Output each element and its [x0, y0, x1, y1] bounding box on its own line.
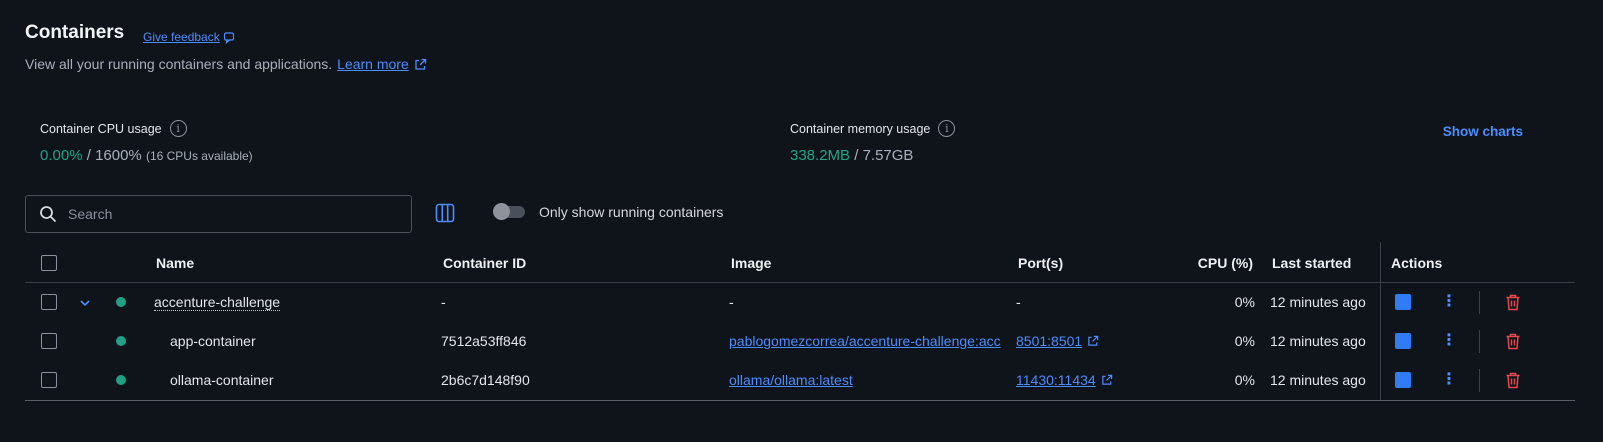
show-charts-button[interactable]: Show charts — [1443, 124, 1523, 139]
container-last-started: 12 minutes ago — [1270, 294, 1366, 310]
cpu-usage-panel: Container CPU usage i 0.00% / 1600% (16 … — [40, 120, 253, 164]
memory-total-value: 7.57GB — [862, 147, 914, 164]
search-input[interactable] — [68, 206, 368, 222]
external-link-icon — [415, 58, 426, 70]
search-icon — [40, 206, 56, 222]
container-cpu: 0% — [1234, 372, 1255, 388]
cpu-usage-label-row: Container CPU usage i — [40, 120, 253, 137]
memory-usage-label: Container memory usage — [790, 121, 931, 136]
external-link-icon[interactable] — [1087, 335, 1099, 347]
stop-button[interactable] — [1395, 333, 1411, 349]
running-only-label: Only show running containers — [539, 204, 724, 220]
learn-more-link[interactable]: Learn more — [337, 56, 409, 72]
external-link-icon[interactable] — [1101, 374, 1113, 386]
more-options-icon[interactable]: ⋮ — [1441, 294, 1451, 310]
column-header-cpu[interactable]: CPU (%) — [1175, 244, 1253, 282]
container-cpu: 0% — [1234, 294, 1255, 310]
container-image: - — [729, 294, 734, 310]
toggle-knob — [493, 203, 510, 220]
container-id: 2b6c7d148f90 — [441, 372, 530, 388]
memory-used-value: 338.2MB — [790, 147, 851, 164]
row-checkbox[interactable] — [41, 372, 57, 388]
action-divider — [1479, 330, 1480, 353]
chevron-down-icon[interactable] — [79, 295, 91, 310]
action-divider — [1479, 291, 1480, 314]
columns-icon[interactable] — [435, 203, 455, 223]
cpu-separator: / — [82, 147, 96, 164]
memory-usage-value: 338.2MB / 7.57GB — [790, 147, 955, 164]
feedback-icon — [223, 31, 234, 44]
table-bottom-border — [25, 400, 1575, 401]
cpu-used-value: 0.00% — [40, 147, 83, 164]
table-row[interactable]: accenture-challenge - - - 0% 12 minutes … — [25, 283, 1575, 322]
running-status-dot — [116, 297, 126, 307]
container-name[interactable]: ollama-container — [170, 361, 274, 399]
give-feedback-link[interactable]: Give feedback — [143, 30, 236, 44]
column-header-ports[interactable]: Port(s) — [1018, 244, 1063, 282]
container-id: 7512a53ff846 — [441, 333, 527, 349]
search-box[interactable] — [25, 195, 412, 233]
memory-usage-panel: Container memory usage i 338.2MB / 7.57G… — [790, 120, 956, 164]
trash-icon[interactable] — [1505, 372, 1521, 389]
more-options-icon[interactable]: ⋮ — [1441, 372, 1451, 388]
running-only-toggle[interactable] — [493, 203, 525, 220]
container-cpu: 0% — [1234, 333, 1255, 349]
action-divider — [1479, 369, 1480, 392]
cpu-usage-value: 0.00% / 1600% (16 CPUs available) — [40, 147, 253, 164]
container-name[interactable]: app-container — [170, 322, 256, 360]
trash-icon[interactable] — [1505, 294, 1521, 311]
give-feedback-label[interactable]: Give feedback — [143, 30, 220, 44]
cpu-available-note: (16 CPUs available) — [145, 149, 253, 163]
row-checkbox[interactable] — [41, 333, 57, 349]
stop-button[interactable] — [1395, 294, 1411, 310]
info-icon[interactable]: i — [169, 120, 187, 137]
more-options-icon[interactable]: ⋮ — [1441, 333, 1451, 349]
running-status-dot — [116, 336, 126, 346]
port-link[interactable]: 8501:8501 — [1016, 333, 1082, 349]
containers-table: Name Container ID Image Port(s) CPU (%) … — [25, 242, 1575, 401]
running-status-dot — [116, 375, 126, 385]
port-link[interactable]: 11430:11434 — [1016, 372, 1096, 388]
cpu-usage-label: Container CPU usage — [40, 121, 162, 136]
table-row[interactable]: ollama-container 2b6c7d148f90 ollama/oll… — [25, 361, 1575, 400]
info-icon[interactable]: i — [938, 120, 956, 137]
table-row[interactable]: app-container 7512a53ff846 pablogomezcor… — [25, 322, 1575, 361]
column-header-actions: Actions — [1391, 255, 1443, 271]
container-image-link[interactable]: ollama/ollama:latest — [729, 372, 853, 388]
table-header: Name Container ID Image Port(s) CPU (%) … — [25, 244, 1575, 283]
container-id: - — [441, 294, 446, 310]
memory-usage-label-row: Container memory usage i — [790, 120, 956, 137]
column-header-container-id[interactable]: Container ID — [443, 244, 526, 282]
cpu-total-value: 1600% — [95, 147, 142, 164]
container-last-started: 12 minutes ago — [1270, 333, 1366, 349]
subtitle-text: View all your running containers and app… — [25, 56, 333, 72]
container-image-link[interactable]: pablogomezcorrea/accenture-challenge:acc — [729, 333, 1001, 349]
select-all-checkbox[interactable] — [41, 255, 57, 271]
container-name[interactable]: accenture-challenge — [154, 294, 281, 311]
page-title: Containers — [25, 22, 125, 43]
container-last-started: 12 minutes ago — [1270, 372, 1366, 388]
column-header-last-started[interactable]: Last started — [1272, 244, 1351, 282]
memory-separator: / — [850, 147, 863, 164]
stop-button[interactable] — [1395, 372, 1411, 388]
running-filter: Only show running containers — [493, 203, 724, 220]
trash-icon[interactable] — [1505, 333, 1521, 350]
row-checkbox[interactable] — [41, 294, 57, 310]
container-ports: - — [1016, 294, 1021, 310]
column-header-name[interactable]: Name — [156, 244, 194, 282]
page-subtitle: View all your running containers and app… — [25, 56, 427, 72]
column-header-image[interactable]: Image — [731, 244, 771, 282]
